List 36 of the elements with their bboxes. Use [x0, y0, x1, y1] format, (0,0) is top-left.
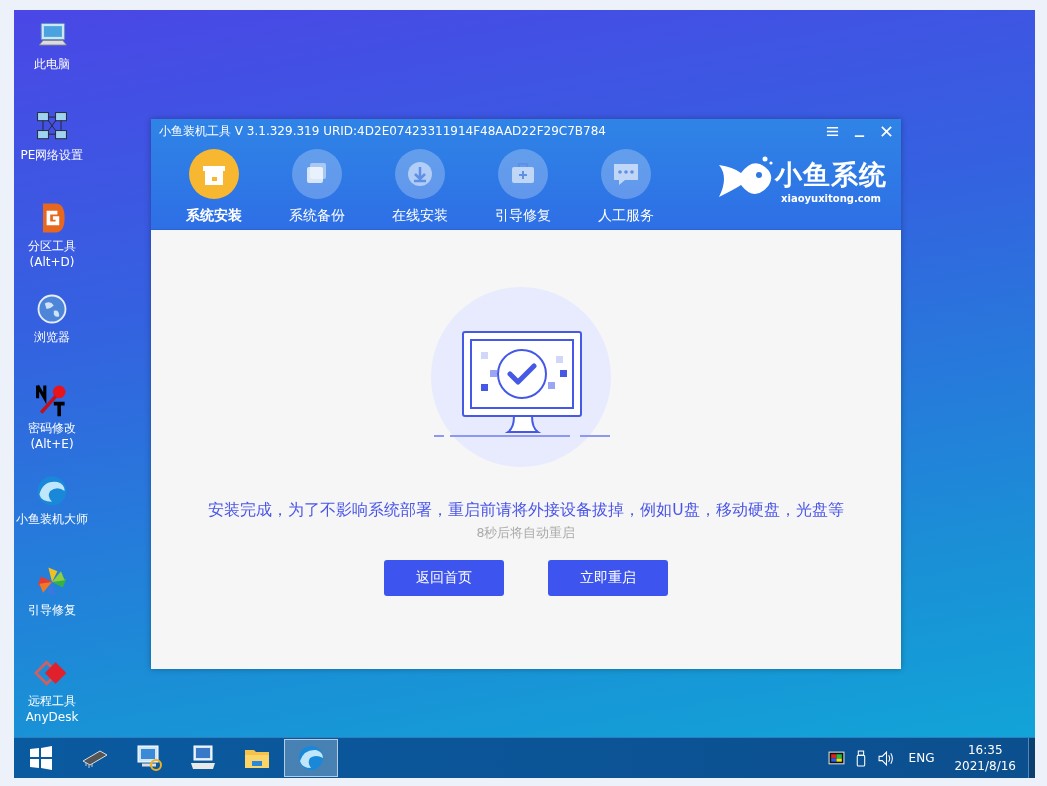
show-desktop-button[interactable] [1028, 738, 1035, 778]
desktop-icon-label: 小鱼装机大师 [16, 511, 88, 527]
menu-icon[interactable] [826, 124, 839, 138]
desktop-icon-label: 分区工具 (Alt+D) [28, 238, 76, 270]
computer-network-icon [134, 743, 164, 773]
download-icon [395, 149, 445, 199]
desktop-icon-label: 浏览器 [34, 329, 70, 345]
desktop-icon-label: 远程工具 AnyDesk [25, 693, 79, 725]
language-indicator[interactable]: ENG [908, 751, 935, 765]
brand-url: xiaoyuxitong.com [781, 192, 881, 204]
toolbox-icon [498, 149, 548, 199]
color-display-icon[interactable] [827, 749, 845, 767]
nav-tab[interactable]: 人工服务 [590, 149, 662, 225]
action-button[interactable]: 返回首页 [384, 560, 504, 596]
close-icon[interactable] [880, 124, 893, 138]
window-title: 小鱼装机工具 V 3.1.329.319 URID:4D2E07423311914F48AAD22F29C7B784 [159, 122, 606, 140]
speaker-icon[interactable] [877, 749, 895, 767]
desktop-icon-label: 密码修改 (Alt+E) [28, 420, 76, 452]
action-button[interactable]: 立即重启 [548, 560, 668, 596]
stacked-windows-icon [292, 149, 342, 199]
box-icon [189, 149, 239, 199]
wave-icon [296, 743, 326, 773]
taskbar-app[interactable] [284, 739, 338, 777]
clock-date[interactable]: 2021/8/16 [954, 758, 1016, 774]
nav-tab[interactable]: 在线安装 [384, 149, 456, 225]
completion-message: 安装完成，为了不影响系统部署，重启前请将外接设备拔掉，例如U盘，移动硬盘，光盘等 [208, 500, 844, 521]
brand-name: 小鱼系统 [775, 157, 887, 192]
nav-tab[interactable]: 引导修复 [487, 149, 559, 225]
nav-tab[interactable]: 系统安装 [178, 149, 250, 225]
desktop-icon-label: PE网络设置 [20, 147, 84, 163]
clock-time[interactable]: 16:35 [967, 742, 1003, 758]
desktop-icon-label: 此电脑 [34, 56, 70, 72]
countdown-text: 8秒后将自动重启 [476, 525, 576, 542]
desktop-icon-label: 引导修复 [28, 602, 76, 618]
nav-tab[interactable]: 系统备份 [281, 149, 353, 225]
chat-icon [601, 149, 651, 199]
